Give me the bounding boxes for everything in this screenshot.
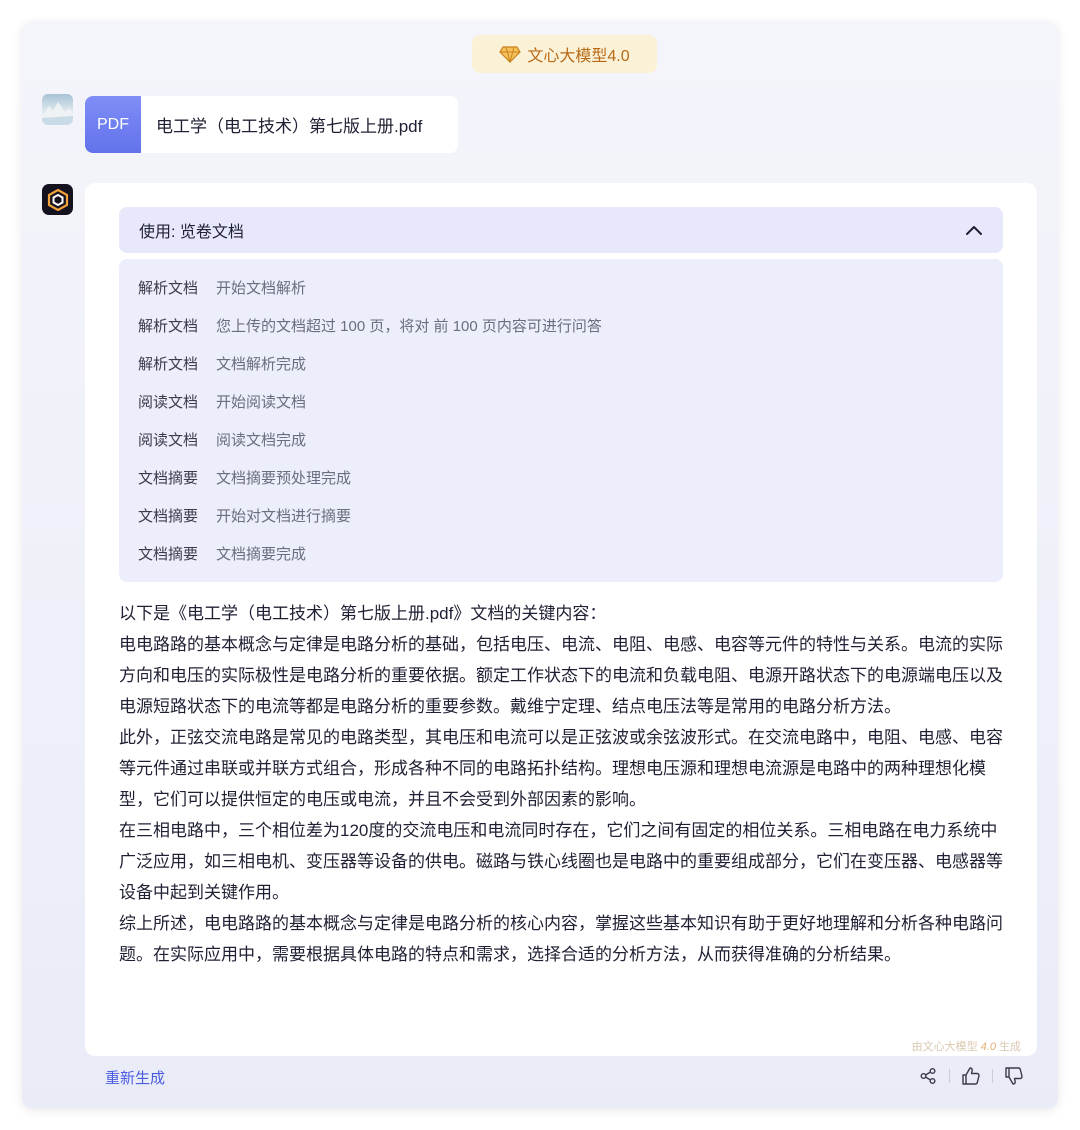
- gem-icon: [499, 45, 522, 63]
- step-detail: 文档解析完成: [216, 355, 307, 373]
- share-icon[interactable]: [917, 1065, 939, 1087]
- generated-by-note: 由文心大模型 4.0 生成: [912, 1038, 1021, 1054]
- ernie-logo-icon: [47, 188, 68, 211]
- answer-paragraph: 综上所述，电电路路的基本概念与定律是电路分析的核心内容，掌握这些基本知识有助于更…: [119, 914, 1003, 964]
- model-badge[interactable]: 文心大模型4.0: [472, 35, 657, 73]
- answer-paragraph: 在三相电路中，三个相位差为120度的交流电压和电流同时存在，它们之间有固定的相位…: [119, 821, 1003, 902]
- tool-step: 文档摘要 文档摘要预处理完成: [119, 458, 1003, 496]
- step-detail: 您上传的文档超过 100 页，将对 前 100 页内容可进行问答: [216, 317, 602, 335]
- pdf-file-icon: PDF: [85, 96, 141, 153]
- step-name: 解析文档: [138, 355, 199, 373]
- chat-window: 文心大模型4.0 PDF 电工学（电工技术）第七版上册.pdf 使用: 览卷文档…: [22, 22, 1058, 1108]
- thumbs-down-icon[interactable]: [1003, 1065, 1025, 1087]
- thumbs-up-icon[interactable]: [960, 1065, 982, 1087]
- answer-text: 以下是《电工学（电工技术）第七版上册.pdf》文档的关键内容： 电电路路的基本概…: [119, 598, 1003, 970]
- step-detail: 文档摘要预处理完成: [216, 469, 352, 487]
- divider: [992, 1069, 993, 1083]
- chevron-up-icon[interactable]: [965, 224, 983, 236]
- step-detail: 开始阅读文档: [216, 393, 307, 411]
- step-name: 解析文档: [138, 279, 199, 297]
- tool-step: 解析文档 您上传的文档超过 100 页，将对 前 100 页内容可进行问答: [119, 306, 1003, 344]
- tool-use-header[interactable]: 使用: 览卷文档: [119, 207, 1003, 253]
- tool-step: 解析文档 文档解析完成: [119, 344, 1003, 382]
- answer-paragraph: 以下是《电工学（电工技术）第七版上册.pdf》文档的关键内容：: [119, 604, 607, 623]
- step-name: 阅读文档: [138, 393, 199, 411]
- regenerate-button[interactable]: 重新生成: [105, 1067, 165, 1088]
- step-name: 文档摘要: [138, 545, 199, 563]
- bot-avatar: [42, 184, 73, 215]
- step-detail: 开始对文档进行摘要: [216, 507, 352, 525]
- step-detail: 文档摘要完成: [216, 545, 307, 563]
- model-badge-label: 文心大模型4.0: [527, 48, 630, 65]
- step-name: 解析文档: [138, 317, 199, 335]
- tool-step: 解析文档 开始文档解析: [119, 268, 1003, 306]
- tool-step: 文档摘要 开始对文档进行摘要: [119, 496, 1003, 534]
- tool-step: 文档摘要 文档摘要完成: [119, 534, 1003, 572]
- tool-step: 阅读文档 阅读文档完成: [119, 420, 1003, 458]
- file-name: 电工学（电工技术）第七版上册.pdf: [156, 117, 423, 136]
- answer-paragraph: 此外，正弦交流电路是常见的电路类型，其电压和电流可以是正弦波或余弦波形式。在交流…: [119, 728, 1003, 809]
- step-detail: 开始文档解析: [216, 279, 307, 297]
- step-name: 阅读文档: [138, 431, 199, 449]
- step-name: 文档摘要: [138, 507, 199, 525]
- footnote-version: 4.0: [980, 1041, 996, 1053]
- message-actions: [917, 1065, 1025, 1087]
- answer-paragraph: 电电路路的基本概念与定律是电路分析的基础，包括电压、电流、电阻、电感、电容等元件…: [119, 635, 1003, 716]
- tool-step: 阅读文档 开始阅读文档: [119, 382, 1003, 420]
- file-attachment[interactable]: PDF 电工学（电工技术）第七版上册.pdf: [85, 96, 458, 153]
- answer-card: 使用: 览卷文档 解析文档 开始文档解析 解析文档 您上传的文档超过 100 页，将…: [85, 183, 1037, 1056]
- tool-use-title: 使用: 览卷文档: [139, 224, 244, 241]
- footnote-suffix: 生成: [999, 1041, 1021, 1053]
- divider: [949, 1069, 950, 1083]
- tool-steps: 解析文档 开始文档解析 解析文档 您上传的文档超过 100 页，将对 前 100 页…: [119, 259, 1003, 582]
- footnote-prefix: 由文心大模型: [911, 1041, 978, 1053]
- step-name: 文档摘要: [138, 469, 199, 487]
- step-detail: 阅读文档完成: [216, 431, 307, 449]
- user-avatar: [42, 94, 73, 125]
